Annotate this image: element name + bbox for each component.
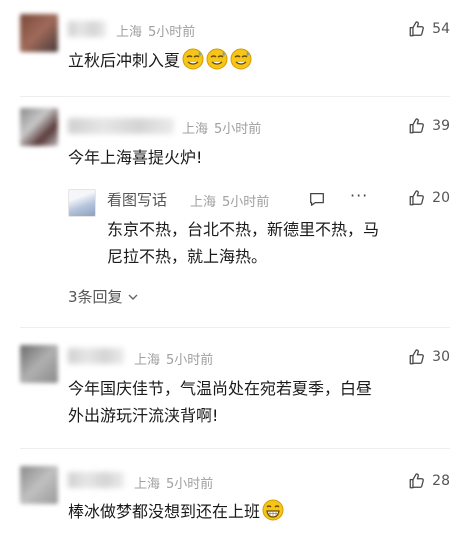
avatar[interactable] <box>20 14 58 52</box>
reply-like-button[interactable]: 20 <box>408 189 450 207</box>
like-button[interactable]: 39 <box>408 117 450 135</box>
avatar[interactable] <box>20 108 58 146</box>
comment-time: 5小时前 <box>214 122 262 137</box>
comment-text: 今年国庆佳节，气温尚处在宛若夏季，白昼 外出游玩汗流浃背啊! <box>68 375 372 429</box>
comment-meta: 上海 5小时前 <box>134 473 219 492</box>
like-button[interactable]: 54 <box>408 20 450 38</box>
comment-location: 上海 <box>134 477 161 492</box>
sweat-emoji-icon <box>230 48 252 70</box>
comment-meta: 上海 5小时前 <box>116 21 201 40</box>
comment-meta: 上海 5小时前 <box>182 118 267 137</box>
like-count: 54 <box>432 21 450 37</box>
reply-meta: 上海 5小时前 <box>190 191 275 210</box>
comment-text: 立秋后冲刺入夏 <box>68 47 252 74</box>
divider <box>20 448 450 449</box>
thumbs-up-icon <box>408 348 426 366</box>
thumbs-up-icon <box>408 117 426 135</box>
reply-like-count: 20 <box>432 190 450 206</box>
reply-time: 5小时前 <box>222 195 270 210</box>
comment-location: 上海 <box>116 25 143 40</box>
like-count: 28 <box>432 473 450 489</box>
comment-text: 棒冰做梦都没想到还在上班 <box>68 498 284 525</box>
grinning-emoji-icon <box>262 499 284 521</box>
comment-location: 上海 <box>134 353 161 368</box>
comment-time: 5小时前 <box>148 25 196 40</box>
chevron-down-icon <box>128 294 138 300</box>
like-count: 39 <box>432 118 450 134</box>
reply-text-line: 东京不热，台北不热，新德里不热，马 <box>107 220 380 239</box>
comment-text-line: 外出游玩汗流浃背啊! <box>68 406 219 425</box>
comment-text: 今年上海喜提火炉! <box>68 148 203 167</box>
comment-text-body: 立秋后冲刺入夏 <box>68 51 181 70</box>
comment-time: 5小时前 <box>166 353 214 368</box>
comment-location: 上海 <box>182 122 209 137</box>
like-button[interactable]: 30 <box>408 348 450 366</box>
reply-location: 上海 <box>190 195 217 210</box>
thumbs-up-icon <box>408 20 426 38</box>
avatar[interactable] <box>20 466 58 504</box>
divider <box>20 327 450 328</box>
comment-text-body: 棒冰做梦都没想到还在上班 <box>68 502 261 521</box>
sweat-emoji-icon <box>182 48 204 70</box>
reply-text: 东京不热，台北不热，新德里不热，马 尼拉不热，就上海热。 <box>107 216 379 270</box>
comment-time: 5小时前 <box>166 477 214 492</box>
expand-replies-button[interactable]: 3条回复 <box>68 286 139 307</box>
username-blurred[interactable] <box>68 21 106 37</box>
thumbs-up-icon <box>408 472 426 490</box>
reply-author[interactable]: 看图写话 <box>107 189 167 210</box>
like-button[interactable]: 28 <box>408 472 450 490</box>
avatar[interactable] <box>20 345 58 383</box>
reply-text-line: 尼拉不热，就上海热。 <box>107 247 268 266</box>
comment-icon[interactable] <box>308 190 326 208</box>
reply-avatar[interactable] <box>68 189 96 217</box>
username-blurred[interactable] <box>68 118 174 134</box>
username-blurred[interactable] <box>68 472 124 488</box>
thumbs-up-icon <box>408 189 426 207</box>
like-count: 30 <box>432 349 450 365</box>
username-blurred[interactable] <box>68 348 124 364</box>
comment-text-line: 今年国庆佳节，气温尚处在宛若夏季，白昼 <box>68 379 373 398</box>
ellipsis-icon[interactable]: ··· <box>350 186 368 205</box>
divider <box>20 96 450 97</box>
more-replies-label: 3条回复 <box>68 288 123 306</box>
comment-meta: 上海 5小时前 <box>134 349 219 368</box>
sweat-emoji-icon <box>206 48 228 70</box>
